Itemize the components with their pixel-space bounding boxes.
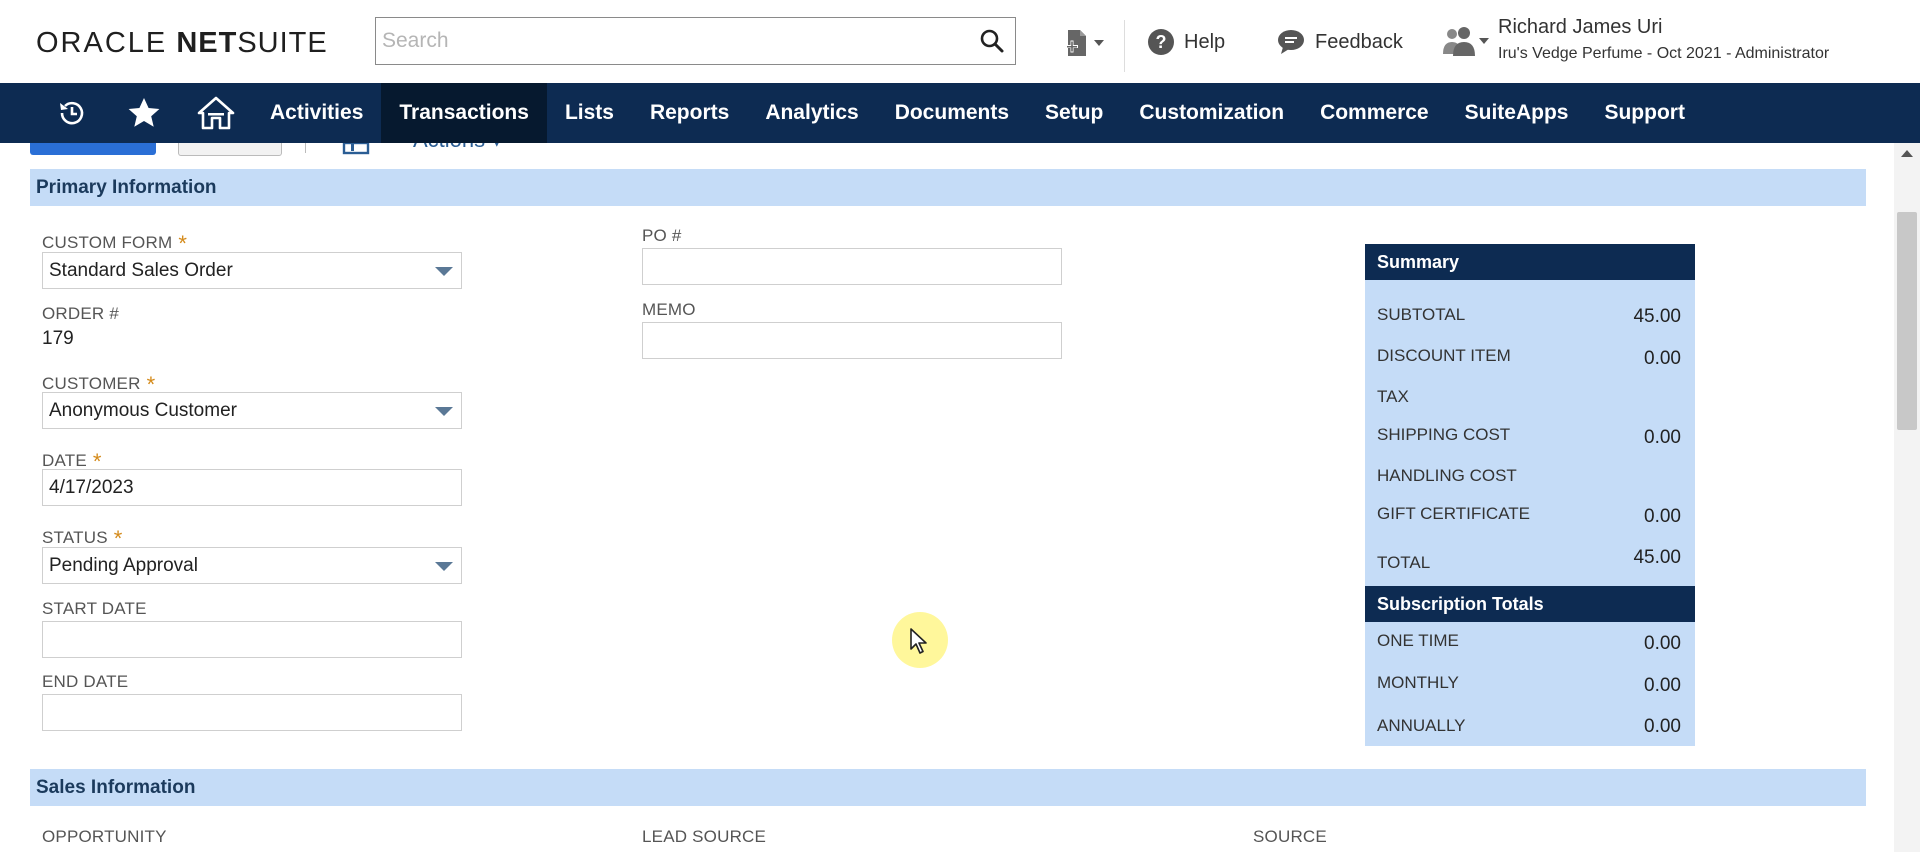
monthly-value: 0.00 [1644,675,1681,696]
subtotal-value: 45.00 [1633,306,1681,327]
help-link[interactable]: ? Help [1148,27,1225,57]
user-name[interactable]: Richard James Uri [1498,16,1662,39]
netsuite-logo[interactable]: ORACLE NETSUITE [36,27,328,60]
custom-form-label: CUSTOM FORM * [42,231,188,256]
recent-records-button[interactable] [36,83,108,143]
status-select[interactable]: Pending Approval [42,547,462,584]
order-number-value: 179 [42,328,74,349]
nav-transactions[interactable]: Transactions [381,83,547,143]
history-icon [60,101,84,125]
nav-lists[interactable]: Lists [547,83,632,143]
end-date-field[interactable] [42,694,462,731]
discount-item-value: 0.00 [1644,348,1681,369]
toolbar-separator [305,143,306,153]
shipping-cost-label: SHIPPING COST [1377,425,1511,444]
end-date-label: END DATE [42,672,129,691]
feedback-icon [1278,30,1304,54]
tax-label: TAX [1377,387,1409,406]
lead-source-label: LEAD SOURCE [642,827,767,846]
date-field[interactable]: 4/17/2023 [42,469,462,506]
annually-label: ANNUALLY [1377,716,1466,735]
gift-certificate-label: GIFT CERTIFICATE [1377,504,1531,523]
scrollbar-thumb[interactable] [1897,212,1917,430]
summary-panel: Summary SUBTOTAL 45.00 DISCOUNT ITEM 0.0… [1365,244,1695,746]
actions-menu[interactable]: Actions ▾ [400,143,530,156]
po-number-field[interactable] [642,248,1062,285]
sales-information-header[interactable]: Sales Information [30,769,1866,806]
status-value: Pending Approval [49,554,198,576]
nav-setup[interactable]: Setup [1027,83,1121,143]
po-number-label: PO # [642,226,682,245]
opportunity-label: OPPORTUNITY [42,827,167,846]
cancel-button[interactable] [178,143,282,156]
subtotal-label: SUBTOTAL [1377,305,1466,324]
primary-information-header[interactable]: Primary Information [30,169,1866,206]
annually-value: 0.00 [1644,716,1681,737]
nav-activities[interactable]: Activities [252,83,381,143]
memo-field[interactable] [642,322,1062,359]
nav-suiteapps[interactable]: SuiteApps [1447,83,1587,143]
total-value: 45.00 [1633,547,1681,568]
header-divider [1124,20,1125,72]
search-icon[interactable] [979,28,1005,54]
global-search [375,17,1016,65]
start-date-field[interactable] [42,621,462,658]
date-value: 4/17/2023 [49,476,134,498]
source-label: SOURCE [1253,827,1327,846]
chevron-down-icon [435,407,453,416]
help-label: Help [1184,30,1226,53]
create-new-icon[interactable] [1064,28,1108,58]
logo-suite-text: SUITE [237,27,328,59]
handling-cost-label: HANDLING COST [1377,466,1517,485]
logo-net-text: NET [176,27,238,59]
one-time-label: ONE TIME [1377,631,1459,650]
summary-title: Summary [1365,244,1695,280]
nav-reports[interactable]: Reports [632,83,747,143]
nav-support[interactable]: Support [1586,83,1702,143]
main-navigation: Activities Transactions Lists Reports An… [0,83,1920,143]
gift-certificate-value: 0.00 [1644,506,1681,527]
nav-customization[interactable]: Customization [1121,83,1302,143]
custom-form-value: Standard Sales Order [49,259,233,281]
feedback-link[interactable]: Feedback [1277,27,1403,57]
chevron-down-icon [435,562,453,571]
save-button[interactable] [30,143,156,155]
mouse-pointer-icon [910,628,927,654]
customer-select[interactable]: Anonymous Customer [42,392,462,429]
status-label: STATUS * [42,526,123,551]
one-time-value: 0.00 [1644,633,1681,654]
home-button[interactable] [180,83,252,143]
home-icon [197,96,235,130]
primary-information-title: Primary Information [36,176,217,198]
order-number-label: ORDER # [42,304,119,323]
chevron-down-icon [435,267,453,276]
discount-item-label: DISCOUNT ITEM [1377,346,1511,365]
total-label: TOTAL [1377,553,1431,572]
search-input[interactable] [376,18,936,64]
start-date-label: START DATE [42,599,147,618]
custom-form-select[interactable]: Standard Sales Order [42,252,462,289]
change-role-icon[interactable] [1440,26,1490,58]
star-icon [128,98,160,127]
help-icon: ? [1148,29,1174,55]
logo-oracle-text: ORACLE [36,27,168,59]
subscription-totals-title: Subscription Totals [1365,586,1695,622]
monthly-label: MONTHLY [1377,673,1459,692]
shipping-cost-value: 0.00 [1644,427,1681,448]
nav-documents[interactable]: Documents [877,83,1027,143]
memo-label: MEMO [642,300,696,319]
new-record-icon[interactable] [342,143,370,155]
user-role[interactable]: Iru's Vedge Perfume - Oct 2021 - Adminis… [1498,45,1829,63]
actions-label: Actions ▾ [413,143,502,153]
customer-value: Anonymous Customer [49,399,237,421]
nav-analytics[interactable]: Analytics [747,83,876,143]
shortcuts-button[interactable] [108,83,180,143]
nav-commerce[interactable]: Commerce [1302,83,1447,143]
sales-information-title: Sales Information [36,776,196,798]
global-header: ORACLE NETSUITE ? Help Feedback [0,0,1920,83]
feedback-label: Feedback [1315,30,1403,53]
scroll-up-arrow-icon[interactable] [1901,150,1913,157]
